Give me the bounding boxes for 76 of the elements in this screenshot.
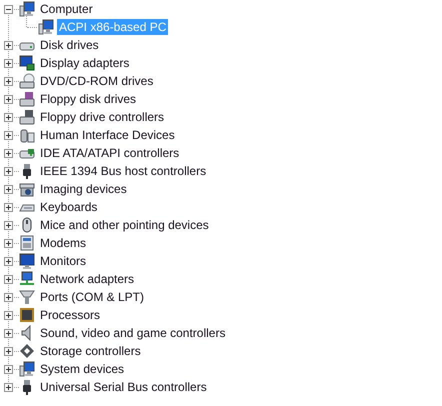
- expand-button[interactable]: [4, 328, 13, 338]
- tree-item[interactable]: Human Interface Devices: [38, 127, 177, 143]
- tree-item[interactable]: Display adapters: [38, 55, 132, 71]
- tree-item[interactable]: IEEE 1394 Bus host controllers: [38, 163, 208, 179]
- tree-item[interactable]: Universal Serial Bus controllers: [38, 379, 209, 395]
- expand-button[interactable]: [4, 346, 13, 356]
- floppy-drive-icon: [19, 91, 35, 107]
- expand-button[interactable]: [4, 292, 13, 302]
- tree-item[interactable]: Monitors: [38, 253, 88, 269]
- plus-icon: [5, 42, 12, 48]
- plus-icon: [5, 348, 12, 354]
- expand-button[interactable]: [4, 184, 13, 194]
- plus-icon: [5, 276, 12, 282]
- tree-item[interactable]: Keyboards: [38, 199, 100, 215]
- plus-icon: [5, 240, 12, 246]
- tree-item[interactable]: Modems: [38, 235, 88, 251]
- plus-icon: [5, 114, 12, 120]
- tree-item[interactable]: Computer: [38, 1, 95, 17]
- computer-icon: [19, 1, 35, 17]
- tree-item[interactable]: System devices: [38, 361, 126, 377]
- expand-button[interactable]: [4, 148, 13, 158]
- tree-item[interactable]: DVD/CD-ROM drives: [38, 73, 156, 89]
- plus-icon: [5, 60, 12, 66]
- expand-button[interactable]: [4, 364, 13, 374]
- port-icon: [19, 289, 35, 305]
- storage-icon: [19, 343, 35, 359]
- network-icon: [19, 271, 35, 287]
- disc-drive-icon: [19, 73, 35, 89]
- expand-button[interactable]: [4, 58, 13, 68]
- plus-icon: [5, 258, 12, 264]
- tree-item[interactable]: Disk drives: [38, 37, 101, 53]
- tree-item[interactable]: Imaging devices: [38, 181, 129, 197]
- tree-item[interactable]: Ports (COM & LPT): [38, 289, 146, 305]
- camera-icon: [19, 181, 35, 197]
- monitor-icon: [19, 253, 35, 269]
- expand-button[interactable]: [4, 76, 13, 86]
- expand-button[interactable]: [4, 94, 13, 104]
- plus-icon: [5, 204, 12, 210]
- expand-button[interactable]: [4, 274, 13, 284]
- plus-icon: [5, 312, 12, 318]
- expand-button[interactable]: [4, 238, 13, 248]
- expand-button[interactable]: [4, 130, 13, 140]
- display-card-icon: [19, 55, 35, 71]
- expand-button[interactable]: [4, 220, 13, 230]
- expand-button[interactable]: [4, 202, 13, 212]
- chip-icon: [19, 307, 35, 323]
- expand-button[interactable]: [4, 40, 13, 50]
- tree-item[interactable]: Storage controllers: [38, 343, 143, 359]
- plus-icon: [5, 78, 12, 84]
- plus-icon: [5, 366, 12, 372]
- expand-button[interactable]: [4, 112, 13, 122]
- plus-icon: [5, 222, 12, 228]
- plus-icon: [5, 294, 12, 300]
- plus-icon: [5, 330, 12, 336]
- plus-icon: [5, 96, 12, 102]
- expand-button[interactable]: [4, 256, 13, 266]
- tree-item[interactable]: Mice and other pointing devices: [38, 217, 211, 233]
- collapse-button[interactable]: [4, 4, 13, 14]
- expand-button[interactable]: [4, 382, 13, 392]
- plus-icon: [5, 186, 12, 192]
- floppy-drive-icon: [19, 109, 35, 125]
- plus-icon: [5, 168, 12, 174]
- expand-button[interactable]: [4, 166, 13, 176]
- tree-item[interactable]: Network adapters: [38, 271, 136, 287]
- computer-icon: [38, 19, 54, 35]
- tree-item[interactable]: Floppy drive controllers: [38, 109, 166, 125]
- computer-icon: [19, 361, 35, 377]
- plus-icon: [5, 132, 12, 138]
- plus-icon: [5, 150, 12, 156]
- tree-item[interactable]: IDE ATA/ATAPI controllers: [38, 145, 182, 161]
- tree-item[interactable]: Sound, video and game controllers: [38, 325, 228, 341]
- tree-item[interactable]: Floppy disk drives: [38, 91, 138, 107]
- plus-icon: [5, 384, 12, 390]
- tree-item[interactable]: Processors: [38, 307, 102, 323]
- input-device-icon: [19, 127, 35, 143]
- expand-button[interactable]: [4, 310, 13, 320]
